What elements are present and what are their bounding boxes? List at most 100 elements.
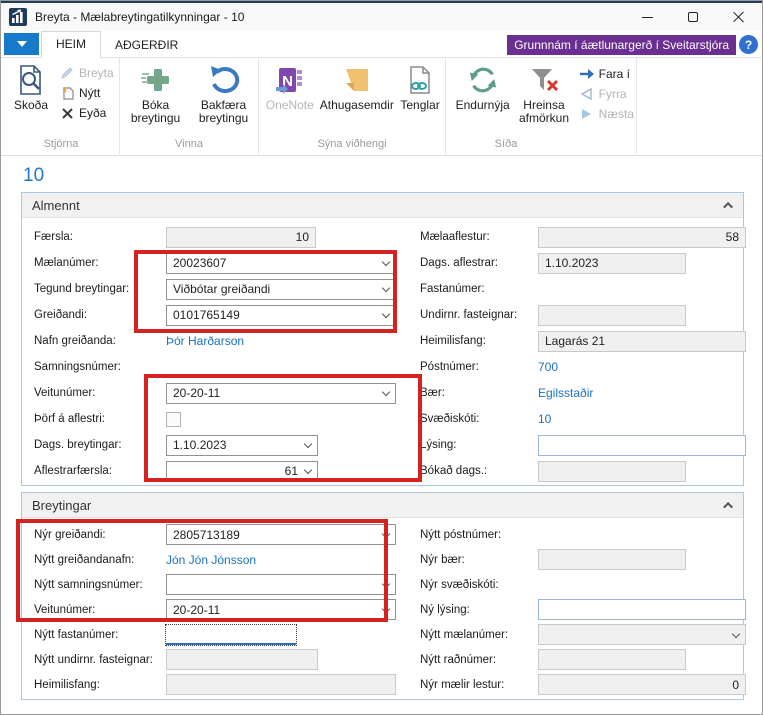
chevron-down-icon [382,284,390,292]
chevron-down-icon [17,41,27,47]
pencil-icon [59,65,75,81]
group-label-sida: Síða [446,137,566,154]
dags-breytingar-dropdown[interactable]: 1.10.2023 [166,435,318,456]
undirnr-fasteignar-field [538,305,686,326]
breytingar-right-column: Nýtt póstnúmer: Nýr bær: Nýr svæðiskóti:… [420,522,746,697]
section-title: Breytingar [32,498,91,513]
fara-i-button[interactable]: Fara í [579,66,634,82]
field-row-faersla: Færsla:10 [34,224,396,250]
section-title: Almennt [32,198,80,213]
chevron-down-icon [304,440,312,448]
naesta-button: Næsta [579,106,634,122]
boka-breytingu-button[interactable]: Bóka breytingu [124,61,187,137]
field-row-nytt-greidandanafn: Nýtt greiðandanafn:Jón Jón Jónsson [34,547,396,572]
go-to-arrow-icon [579,66,595,82]
help-button[interactable]: ? [739,35,758,54]
note-icon [343,66,371,94]
field-row-fastanumer: Fastanúmer: [420,276,746,302]
greidandi-dropdown[interactable]: 0101765149 [166,305,396,326]
collapse-chevron-icon[interactable] [723,501,733,511]
nytt-button[interactable]: Nýtt [59,85,114,101]
athugasemdir-button[interactable]: Athugasemdir [319,61,396,137]
field-row-aflestrarfaersla: Aflestrarfærsla:61 [34,458,396,484]
lysing-input[interactable] [538,435,746,456]
eyda-button[interactable]: Eyða [59,105,114,121]
breyta-button: Breyta [59,65,114,81]
postnumer-link[interactable]: 700 [538,360,558,374]
ribbon: Skoða Breyta Nýtt Eyða Stjórna [1,58,762,156]
nafn-greidanda-link[interactable]: Þór Harðarson [166,334,244,348]
tenglar-button[interactable]: Tenglar [397,61,443,137]
bakfaera-breytingu-button[interactable]: Bakfæra breytingu [191,61,256,137]
field-row-undirnr-fasteignar: Undirnr. fasteignar: [420,302,746,328]
field-row-dags-aflestrar: Dags. aflestrar:1.10.2023 [420,250,746,276]
collapse-chevron-icon[interactable] [723,201,733,211]
app-menu-button[interactable] [4,33,39,55]
field-row-nyr-baer: Nýr bær: [420,547,746,572]
tegund-breytingar-dropdown[interactable]: Viðbótar greiðandi [166,279,396,300]
field-row-heimilisfang: Heimilisfang:Lagarás 21 [420,328,746,354]
minimize-icon [642,17,653,18]
field-row-veitunumer-nytt: Veitunúmer:20-20-11 [34,597,396,622]
nytt-greidandanafn-link[interactable]: Jón Jón Jónsson [166,553,256,567]
nyr-greidandi-dropdown[interactable]: 2805713189 [166,524,396,545]
onenote-icon: N [275,65,305,95]
ny-lysing-input[interactable] [538,599,746,620]
veitunumer-breytingar-dropdown[interactable]: 20-20-11 [166,599,396,620]
fyrra-button: Fyrra [579,86,634,102]
section-header-breytingar[interactable]: Breytingar [22,493,743,518]
hreinsa-afmorkun-button[interactable]: Hreinsa afmörkun [515,61,572,137]
chevron-down-icon [382,310,390,318]
ribbon-group-sida: Endurnýja Hreinsa afmörkun Fara í Fyrra … [446,58,637,154]
app-icon [9,8,27,26]
group-label-stjorna: Stjórna [3,137,119,154]
veitunumer-dropdown[interactable]: 20-20-11 [166,383,396,404]
title-bar: Breyta - Mælabreytingatilkynningar - 10 [1,1,762,31]
skoda-button[interactable]: Skoða [7,61,55,137]
breytingar-left-column: Nýr greiðandi:2805713189 Nýtt greiðandan… [34,522,396,697]
field-row-nytt-postnumer: Nýtt póstnúmer: [420,522,746,547]
baer-link[interactable]: Egilsstaðir [538,386,593,400]
field-row-thorf-a-aflestri: Þörf á aflestri: [34,406,396,432]
field-row-nyr-maelir-lestur: Nýr mælir lestur:0 [420,672,746,697]
section-breytingar: Breytingar Nýr greiðandi:2805713189 Nýtt… [21,492,744,700]
endurnyja-button[interactable]: Endurnýja [452,61,513,137]
maximize-button[interactable] [670,3,716,31]
chevron-down-icon [382,388,390,396]
section-header-almennt[interactable]: Almennt [22,193,743,218]
maelanumer-dropdown[interactable]: 20023607 [166,253,396,274]
field-row-svaediskoti: Svæðiskóti:10 [420,406,746,432]
post-change-plus-icon [140,64,172,96]
tab-adgerdir[interactable]: AÐGERÐIR [101,33,192,58]
field-row-samningsnumer: Samningsnúmer: [34,354,396,380]
nytt-fastanumer-input-focused[interactable] [166,625,296,645]
dags-aflestrar-field: 1.10.2023 [538,253,686,274]
undo-arrow-icon [208,64,240,96]
close-icon [733,11,745,23]
previous-triangle-icon [579,86,595,102]
field-row-nyr-svaediskoti: Nýr svæðiskóti: [420,572,746,597]
page-content: 10 Almennt Færsla:10 Mælanúmer:20023607 … [1,156,762,700]
chevron-down-icon [382,258,390,266]
minimize-button[interactable] [624,3,670,31]
ribbon-group-stjorna: Skoða Breyta Nýtt Eyða Stjórna [3,58,120,154]
nytt-maelanumer-dropdown [538,624,746,645]
faersla-field: 10 [166,227,316,248]
tab-heim[interactable]: HEIM [41,31,101,58]
close-button[interactable] [716,3,762,31]
svaediskoti-link[interactable]: 10 [538,412,551,426]
field-row-lysing: Lýsing: [420,432,746,458]
nytt-samningsnumer-dropdown[interactable] [166,574,396,595]
nytt-radnumer-field [538,649,686,670]
field-row-maelanumer: Mælanúmer:20023607 [34,250,396,276]
field-row-baer: Bær:Egilsstaðir [420,380,746,406]
field-row-nytt-fastanumer: Nýtt fastanúmer: [34,622,396,647]
page-title: 10 [23,165,744,187]
thorf-a-aflestri-checkbox[interactable] [166,412,181,427]
maelaaflestur-field: 58 [538,227,746,248]
almennt-left-column: Færsla:10 Mælanúmer:20023607 Tegund brey… [34,224,396,484]
aflestrarfaersla-dropdown[interactable]: 61 [166,461,318,482]
delete-x-icon [59,105,75,121]
heimilisfang-breytingar-field [166,674,396,695]
role-badge: Grunnnám í áætlunargerð í Sveitarstjóra [507,35,736,55]
